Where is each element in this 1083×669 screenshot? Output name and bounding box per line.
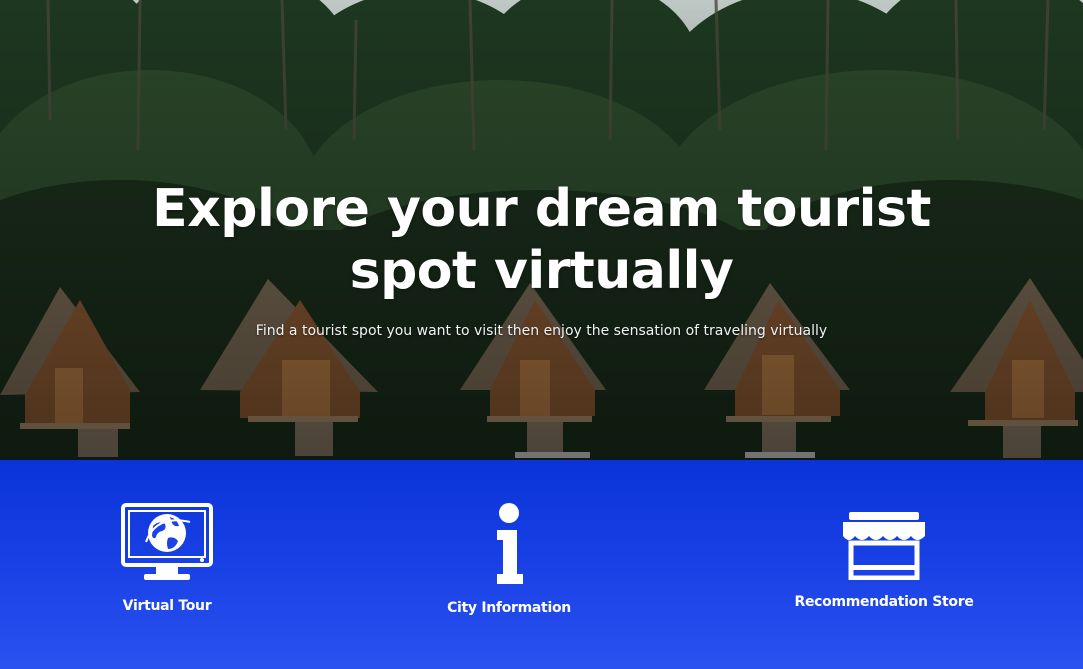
recommendation-store-button[interactable]: Recommendation Store <box>790 510 978 610</box>
monitor-globe-icon <box>121 503 213 580</box>
hero-title-line-2: spot virtually <box>349 241 734 301</box>
storefront-icon <box>843 512 925 580</box>
city-information-label: City Information <box>447 600 571 616</box>
features-section: Virtual Tour City Information Recommenda… <box>0 460 1083 669</box>
city-information-button[interactable]: City Information <box>434 502 584 616</box>
info-icon <box>497 503 523 584</box>
hero-title: Explore your dream tourist spot virtuall… <box>0 178 1083 302</box>
hero-subtitle: Find a tourist spot you want to visit th… <box>255 323 828 339</box>
virtual-tour-button[interactable]: Virtual Tour <box>92 502 242 614</box>
hero-section: Explore your dream tourist spot virtuall… <box>0 0 1083 460</box>
virtual-tour-label: Virtual Tour <box>122 598 212 614</box>
hero-title-line-1: Explore your dream tourist <box>152 179 931 239</box>
recommendation-store-label: Recommendation Store <box>794 594 974 610</box>
